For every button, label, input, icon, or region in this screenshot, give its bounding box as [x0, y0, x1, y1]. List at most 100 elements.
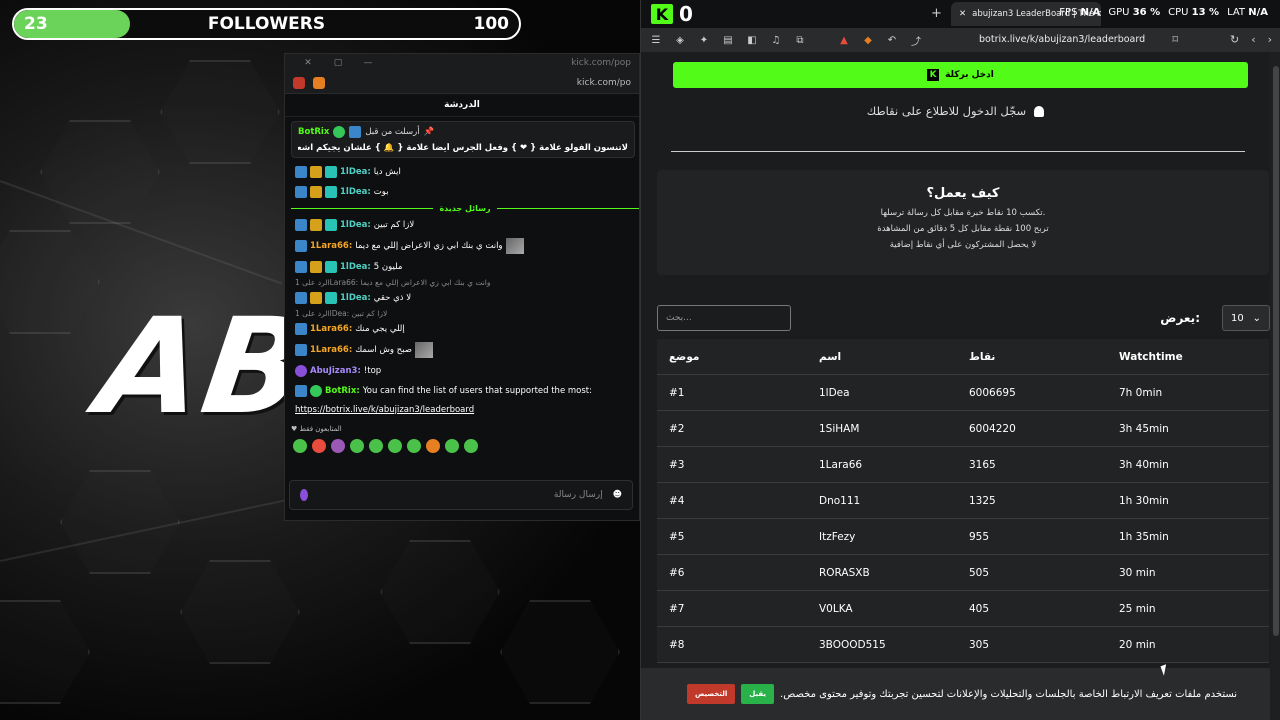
emote-icon[interactable] [407, 439, 421, 453]
emote-icon[interactable] [293, 439, 307, 453]
browser-toolbar: ☰ ◈ ✦ ▤ ◧ ♫ ⧉ ▲ ◆ ↶ ⤴ botrix.live/k/abuj… [641, 28, 1280, 52]
chat-input-placeholder: إرسال رسالة [553, 490, 603, 500]
titlebar-url: kick.com/pop [571, 58, 631, 68]
table-row: #6 RORASXB 505 30 min [657, 555, 1269, 591]
close-icon[interactable]: ✕ [293, 58, 323, 68]
back-icon[interactable]: ‹ [1251, 33, 1255, 46]
how-it-works-line: تربح 100 نقطة مقابل كل 5 دقائق من المشاه… [877, 224, 1049, 234]
crown-badge-icon [310, 166, 322, 178]
emote-icon[interactable] [426, 439, 440, 453]
cookie-accept-button[interactable]: يقبل [741, 684, 775, 704]
emote-icon[interactable] [445, 439, 459, 453]
emote-icon[interactable] [464, 439, 478, 453]
hexagon-decoration [160, 60, 280, 164]
points-cell: 6004220 [969, 422, 1016, 435]
column-header-name[interactable]: اسم [807, 351, 957, 363]
name-cell: 3BOOOD515 [819, 638, 886, 651]
emote-icon[interactable] [350, 439, 364, 453]
sidebar-icon[interactable]: ◧ [745, 35, 759, 46]
emoji-icon[interactable]: ☻ [613, 490, 622, 500]
chat-message-input[interactable]: إرسال رسالة ☻ [289, 480, 633, 510]
page-scrollbar[interactable] [1273, 66, 1279, 636]
address-bar-url[interactable]: botrix.live/k/abujizan3/leaderboard [979, 34, 1145, 45]
translate-icon[interactable]: ⤴ [909, 33, 923, 48]
how-it-works-title: كيف يعمل؟ [926, 186, 1000, 201]
rank-cell: #2 [669, 422, 685, 435]
chat-username[interactable]: 1lDea: [340, 220, 371, 230]
hexagon-decoration [0, 230, 100, 334]
emote-icon[interactable] [369, 439, 383, 453]
screenshot-icon[interactable]: ⧉ [793, 35, 807, 46]
subscriber-badge-icon [325, 261, 337, 273]
chat-username[interactable]: 1lDea: [340, 187, 371, 197]
column-header-rank[interactable]: موضع [657, 351, 807, 363]
menu-icon[interactable]: ☰ [649, 35, 663, 46]
back-arrow-icon[interactable]: ↶ [885, 35, 899, 46]
lat-value: N/A [1248, 7, 1268, 18]
points-cell: 1325 [969, 494, 996, 507]
how-it-works-card: كيف يعمل؟ تكسب 10 نقاط خبرة مقابل كل رسا… [657, 170, 1269, 275]
pinned-author[interactable]: BotRix [298, 127, 329, 137]
wallet-icon[interactable]: ▤ [721, 35, 735, 46]
emote-icon[interactable] [312, 439, 326, 453]
emote-icon[interactable] [388, 439, 402, 453]
subscriber-badge-icon [325, 219, 337, 231]
minimize-icon[interactable]: — [353, 58, 383, 68]
kick-overlay: K 0 [651, 2, 693, 26]
subscriber-badge-icon [325, 166, 337, 178]
column-header-points[interactable]: نقاط [957, 351, 1107, 363]
search-input[interactable]: بحث... [657, 305, 791, 331]
new-tab-icon[interactable]: + [931, 6, 942, 21]
chat-message-text: صبح وش اسمك [355, 345, 412, 355]
watchtime-cell: 1h 30min [1119, 494, 1169, 507]
column-header-watchtime[interactable]: Watchtime [1107, 351, 1269, 363]
chat-username[interactable]: 1Lara66: [310, 345, 352, 355]
chat-username[interactable]: 1lDea: [340, 167, 371, 177]
login-button-label: ادخل بركلة [945, 70, 994, 80]
shield-icon[interactable]: ◈ [673, 35, 687, 46]
forward-icon[interactable]: › [1268, 33, 1272, 46]
moderator-badge-icon [295, 166, 307, 178]
reload-icon[interactable]: ↻ [1230, 33, 1239, 46]
alert-extension-icon[interactable]: ▲ [837, 35, 851, 46]
music-icon[interactable]: ♫ [769, 35, 783, 46]
page-size-select[interactable]: 10 ⌄ [1222, 305, 1270, 331]
watchtime-cell: 3h 45min [1119, 422, 1169, 435]
points-cell: 505 [969, 566, 990, 579]
chat-username[interactable]: AbuJizan3: [310, 366, 361, 376]
extension-icon[interactable] [293, 76, 305, 89]
login-notice-text: سجّل الدخول للاطلاع على نقاطك [866, 104, 1027, 118]
cookie-customize-button[interactable]: التخصيص [687, 684, 736, 704]
brave-rewards-icon[interactable]: ◆ [861, 35, 875, 46]
emote-icon[interactable] [331, 439, 345, 453]
chat-username[interactable]: 1lDea: [340, 262, 371, 272]
chat-username[interactable]: 1lDea: [340, 293, 371, 303]
hexagon-decoration [40, 120, 160, 224]
search-placeholder: بحث... [666, 313, 692, 323]
chat-message: 1lDea: مليون 5 [285, 257, 639, 277]
chat-username[interactable]: BotRix: [325, 386, 360, 396]
close-tab-icon[interactable]: ✕ [959, 9, 966, 19]
login-with-kick-button[interactable]: K ادخل بركلة [673, 62, 1248, 88]
chat-link-row: https://botrix.live/k/abujizan3/leaderbo… [285, 401, 639, 421]
extensions-icon[interactable]: ✦ [697, 35, 711, 46]
name-cell: 1lDea [819, 386, 850, 399]
cookie-banner-text: نستخدم ملفات تعريف الارتباط الخاصة بالجل… [780, 688, 1238, 700]
chat-username[interactable]: 1Lara66: [310, 241, 352, 251]
crown-badge-icon [310, 186, 322, 198]
chat-message-text: وانت ي بنك ابي زي الاعراض إللي مع ديما [355, 241, 503, 251]
watchtime-cell: 30 min [1119, 566, 1156, 579]
pin-icon: 📌 [423, 127, 435, 137]
page-size-label: يعرض: [1160, 311, 1200, 325]
points-cell: 405 [969, 602, 990, 615]
table-row: #7 V0LKA 405 25 min [657, 591, 1269, 627]
microphone-icon[interactable] [300, 489, 308, 501]
maximize-icon[interactable]: ▢ [323, 58, 353, 68]
brave-shield-icon[interactable] [313, 76, 325, 89]
leaderboard-link[interactable]: https://botrix.live/k/abujizan3/leaderbo… [295, 405, 474, 415]
popup-url: kick.com/po [576, 77, 631, 88]
chat-username[interactable]: 1Lara66: [310, 324, 352, 334]
user-icon [1034, 105, 1045, 117]
pinned-message: 📌 أرسلت من قبل BotRix لاتنسون الفولو علا… [291, 121, 635, 158]
bookmark-icon[interactable]: ⌑ [1172, 33, 1178, 46]
